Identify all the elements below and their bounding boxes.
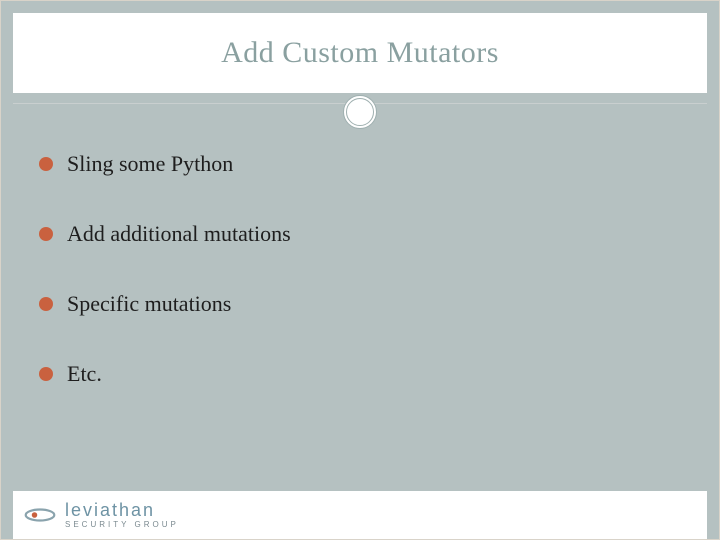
list-item-text: Add additional mutations	[67, 221, 291, 247]
list-item: Sling some Python	[39, 151, 681, 177]
bullet-icon	[39, 157, 53, 171]
logo-mark-icon	[23, 504, 57, 526]
logo: leviathan SECURITY GROUP	[23, 501, 179, 529]
logo-name: leviathan	[65, 501, 179, 519]
list-item: Etc.	[39, 361, 681, 387]
ring-ornament-icon	[343, 95, 377, 129]
bullet-list: Sling some Python Add additional mutatio…	[39, 151, 681, 431]
list-item: Specific mutations	[39, 291, 681, 317]
title-band: Add Custom Mutators	[13, 13, 707, 93]
list-item-text: Etc.	[67, 361, 102, 387]
footer-band: leviathan SECURITY GROUP	[13, 491, 707, 539]
logo-subtitle: SECURITY GROUP	[65, 521, 179, 529]
slide-title: Add Custom Mutators	[221, 36, 499, 70]
list-item-text: Specific mutations	[67, 291, 231, 317]
bullet-icon	[39, 227, 53, 241]
logo-text: leviathan SECURITY GROUP	[65, 501, 179, 529]
list-item: Add additional mutations	[39, 221, 681, 247]
slide: Add Custom Mutators Sling some Python Ad…	[0, 0, 720, 540]
bullet-icon	[39, 367, 53, 381]
list-item-text: Sling some Python	[67, 151, 233, 177]
bullet-icon	[39, 297, 53, 311]
